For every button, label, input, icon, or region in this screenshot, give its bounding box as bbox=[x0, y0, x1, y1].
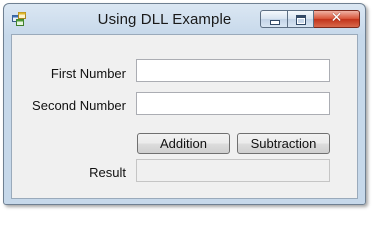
minimize-icon bbox=[270, 20, 280, 25]
first-number-label: First Number bbox=[50, 66, 126, 81]
result-label: Result bbox=[89, 165, 126, 180]
second-number-input[interactable] bbox=[136, 92, 330, 115]
minimize-button[interactable] bbox=[260, 10, 287, 28]
maximize-icon bbox=[296, 15, 306, 25]
close-button[interactable]: ✕ bbox=[314, 10, 360, 28]
close-icon: ✕ bbox=[330, 10, 343, 26]
subtraction-button[interactable]: Subtraction bbox=[237, 133, 330, 154]
form-client-area: First Number Second Number Addition Subt… bbox=[11, 34, 358, 199]
result-output bbox=[136, 159, 330, 182]
first-number-input[interactable] bbox=[136, 59, 330, 82]
second-number-label: Second Number bbox=[32, 98, 126, 113]
title-bar[interactable]: Using DLL Example ✕ bbox=[4, 4, 365, 35]
maximize-button[interactable] bbox=[287, 10, 314, 28]
addition-button[interactable]: Addition bbox=[137, 133, 230, 154]
app-window: Using DLL Example ✕ First Number Second … bbox=[3, 3, 366, 205]
